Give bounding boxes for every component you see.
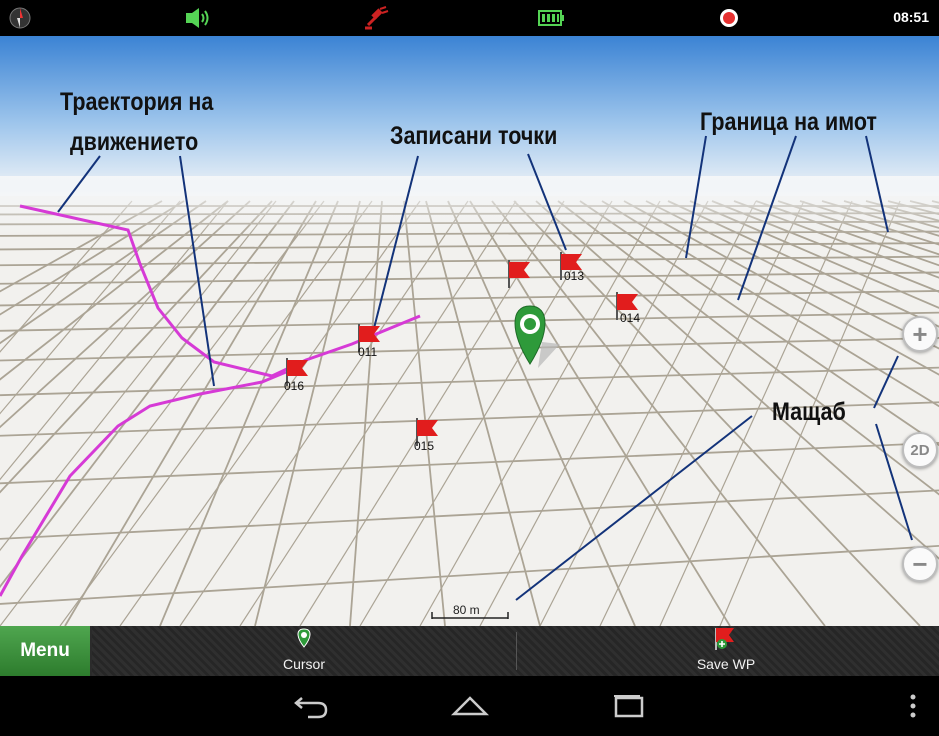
cursor-pin-small-icon	[297, 628, 311, 648]
battery-icon	[538, 5, 566, 36]
view-mode-2d-button[interactable]: 2D	[902, 432, 938, 468]
menu-button[interactable]: Menu	[0, 626, 90, 676]
zoom-in-button[interactable]: +	[902, 316, 938, 352]
annotation-trajectory-line1: Траектория на	[60, 88, 214, 116]
back-icon[interactable]	[292, 692, 332, 722]
overflow-menu-icon[interactable]	[908, 692, 918, 722]
annotation-scale: Мащаб	[772, 398, 846, 426]
save-wp-label: Save WP	[696, 656, 756, 672]
svg-text:013: 013	[564, 269, 584, 283]
waypoint-flag-013[interactable]: 013	[560, 252, 584, 283]
waypoint-flag-014[interactable]: 014	[616, 292, 640, 325]
navigation-app: 08:51 013 014 011 016 015 Траектория на …	[0, 0, 939, 736]
view-mode-label: 2D	[910, 441, 930, 459]
annotation-trajectory-line2: движението	[70, 128, 199, 156]
waypoint-flag-011[interactable]: 011	[358, 324, 380, 359]
cursor-button[interactable]: Cursor	[262, 626, 346, 676]
compass-icon	[8, 5, 32, 36]
annotation-property-boundary: Граница на имот	[700, 108, 877, 136]
status-bar: 08:51	[0, 0, 939, 36]
save-waypoint-button[interactable]: Save WP	[684, 626, 768, 676]
record-icon	[716, 5, 742, 36]
satellite-icon	[362, 5, 390, 36]
bottom-toolbar: Menu Cursor Save WP	[0, 626, 939, 676]
movement-track-lower	[0, 370, 287, 597]
home-icon[interactable]	[450, 692, 490, 722]
minus-icon: −	[912, 548, 928, 579]
annotation-recorded-points: Записани точки	[390, 122, 558, 150]
system-navigation-bar	[0, 676, 939, 736]
save-waypoint-icon	[715, 628, 734, 650]
plus-icon: +	[912, 318, 928, 349]
horizon-haze	[0, 176, 939, 236]
waypoint-flag-015[interactable]: 015	[414, 418, 438, 453]
zoom-out-button[interactable]: −	[902, 546, 938, 582]
volume-icon	[184, 5, 212, 36]
svg-text:011: 011	[358, 345, 377, 359]
map-view[interactable]: 013 014 011 016 015 Траектория на движен…	[0, 36, 939, 626]
toolbar-divider	[516, 632, 517, 670]
svg-text:016: 016	[284, 379, 304, 393]
recents-icon[interactable]	[610, 692, 650, 722]
cursor-label: Cursor	[282, 656, 325, 672]
clock: 08:51	[893, 9, 929, 25]
waypoint-flag-016[interactable]: 016	[284, 358, 308, 393]
scale-label: 80 m	[453, 603, 480, 617]
svg-text:015: 015	[414, 439, 434, 453]
svg-text:014: 014	[620, 311, 640, 325]
